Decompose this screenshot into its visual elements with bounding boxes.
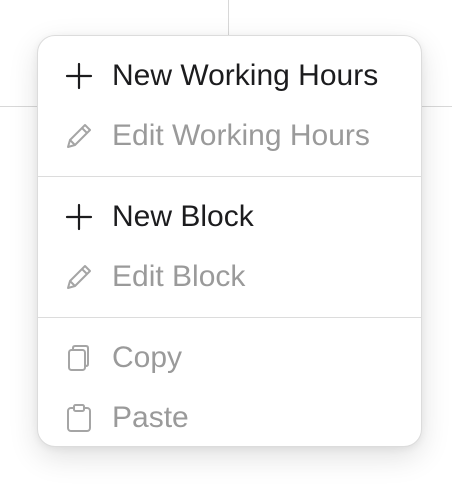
edit-block-menu-item[interactable]: Edit Block xyxy=(38,247,421,307)
paste-menu-item[interactable]: Paste xyxy=(38,388,421,448)
calendar-grid-line-horizontal xyxy=(0,106,38,107)
menu-section-block: New Block Edit Block xyxy=(38,177,421,317)
menu-item-label: New Block xyxy=(112,200,254,233)
menu-item-label: Paste xyxy=(112,401,189,434)
menu-item-label: Copy xyxy=(112,341,183,374)
edit-working-hours-menu-item[interactable]: Edit Working Hours xyxy=(38,106,421,166)
new-block-menu-item[interactable]: New Block xyxy=(38,187,421,247)
copy-menu-item[interactable]: Copy xyxy=(38,328,421,388)
clipboard-icon xyxy=(62,401,96,435)
pencil-icon xyxy=(62,119,96,153)
menu-section-clipboard: Copy Paste xyxy=(38,318,421,458)
new-working-hours-menu-item[interactable]: New Working Hours xyxy=(38,46,421,106)
menu-item-label: Edit Block xyxy=(112,260,246,293)
menu-item-label: New Working Hours xyxy=(112,59,379,92)
pencil-icon xyxy=(62,260,96,294)
plus-icon xyxy=(62,200,96,234)
plus-icon xyxy=(62,59,96,93)
context-menu: New Working Hours Edit Working Hours New… xyxy=(37,35,422,447)
copy-icon xyxy=(62,341,96,375)
menu-item-label: Edit Working Hours xyxy=(112,119,370,152)
menu-section-working-hours: New Working Hours Edit Working Hours xyxy=(38,36,421,176)
calendar-grid-line-horizontal xyxy=(422,106,452,107)
calendar-grid-line-vertical xyxy=(228,0,229,36)
